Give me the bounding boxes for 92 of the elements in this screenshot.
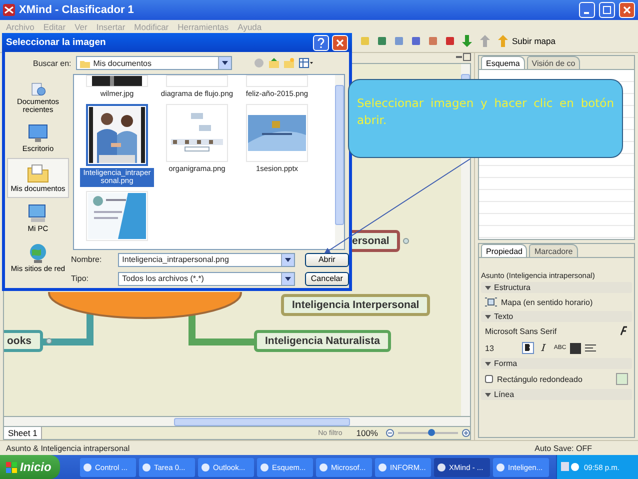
drill-up-button[interactable]: Subir mapa [498, 35, 556, 47]
topic-node[interactable]: Inteligencia Interpersonal [281, 294, 430, 316]
font-size[interactable]: 13 [485, 344, 494, 352]
font-icon [619, 326, 628, 336]
app-icon [319, 462, 328, 472]
start-button[interactable]: Inicio [0, 455, 60, 479]
view-menu-icon [299, 58, 314, 68]
section-header[interactable]: Línea [481, 389, 632, 400]
zoom-value: 100% [356, 428, 378, 438]
close-icon [336, 38, 344, 46]
file-name-field[interactable]: Inteligencia_intrapersonal.png [118, 252, 295, 266]
maximize-icon [463, 53, 471, 61]
panel-tab[interactable]: Propiedad [481, 244, 528, 257]
panel-tab[interactable]: Esquema [481, 56, 525, 69]
bold-icon [524, 344, 531, 350]
desktop-icon [26, 122, 50, 144]
zoom-in-icon [462, 429, 470, 437]
caret-icon [485, 284, 491, 290]
app-icon [496, 462, 505, 472]
italic-icon [541, 344, 546, 350]
app-icon [437, 462, 446, 472]
type-label: Tipo: [71, 274, 90, 283]
folder-icon [80, 58, 90, 68]
dialog-title: Seleccionar la imagen [6, 37, 107, 48]
central-topic[interactable] [48, 292, 242, 319]
name-label: Nombre: [71, 255, 103, 264]
windows-logo-icon [6, 462, 17, 472]
help-icon [317, 38, 325, 48]
arrow-up-icon [498, 35, 509, 47]
arrow-down-icon [462, 35, 473, 47]
slide-thumbnail[interactable] [246, 104, 308, 162]
shape-value[interactable]: Rectángulo redondeado [497, 374, 582, 384]
status-text: Asunto & Inteligencia intrapersonal [6, 444, 130, 452]
scrollbar[interactable] [335, 75, 344, 249]
app-icon [260, 462, 269, 472]
look-in-dropdown[interactable]: Mis documentos [76, 56, 232, 70]
up-folder-icon [269, 58, 280, 68]
expand-icon [403, 238, 410, 244]
image-preview-icon [92, 76, 142, 86]
autosave-status: Auto Save: OFF [534, 444, 592, 452]
topic-node[interactable]: Inteligencia Naturalista [254, 330, 391, 352]
xmind-logo-icon [3, 4, 15, 16]
close-icon [623, 6, 631, 14]
shape-checkbox[interactable] [485, 375, 493, 383]
minimize-icon [455, 53, 463, 61]
fill-swatch-icon [616, 373, 628, 385]
callout-tooltip: Seleccionar imagen y hacer clic en botón abrir. [348, 79, 623, 158]
document-preview-icon [88, 192, 146, 239]
maximize-button[interactable] [599, 2, 615, 18]
caret-icon [284, 276, 291, 280]
folder-icon [26, 162, 50, 184]
caret-icon [485, 392, 491, 398]
font-name[interactable]: Microsoft Sans Serif [485, 326, 557, 336]
close-button[interactable] [619, 2, 635, 18]
caret-icon [284, 258, 291, 262]
section-header[interactable]: Estructura [481, 282, 632, 293]
cancel-button[interactable]: Cancelar [304, 272, 349, 286]
slide-preview-icon [248, 114, 306, 151]
minimize-button[interactable] [579, 2, 595, 18]
back-icon [254, 58, 264, 68]
align-icon [585, 344, 596, 352]
zoom-out-icon [386, 429, 394, 437]
connector-line [188, 314, 254, 346]
file-type-dropdown[interactable]: Todos los archivos (*.*) [118, 272, 295, 286]
section-header[interactable]: Forma [481, 358, 632, 369]
structure-value[interactable]: Mapa (en sentido horario) [501, 298, 593, 306]
section-header[interactable]: Texto [481, 311, 632, 322]
caret-icon [485, 314, 491, 320]
sheet-tab[interactable]: Sheet 1 [4, 427, 42, 439]
help-button[interactable] [313, 34, 329, 50]
caret-icon [485, 360, 491, 366]
map-structure-icon [485, 297, 497, 307]
panel-tab[interactable]: Marcadore [529, 244, 578, 257]
app-icon [201, 462, 210, 472]
tray-icon [561, 462, 581, 472]
panel-tab[interactable]: Visión de co [526, 56, 580, 69]
look-in-label: Buscar en: [33, 58, 72, 68]
close-button[interactable] [332, 34, 348, 50]
window-title: XMind - Clasificador 1 [19, 4, 135, 16]
bold-button[interactable] [522, 342, 534, 354]
open-button[interactable]: Abrir [304, 252, 349, 266]
new-folder-icon [284, 58, 294, 68]
expand-icon [46, 338, 52, 344]
scrollbar[interactable] [3, 417, 471, 427]
app-icon [83, 462, 92, 472]
connector-line [40, 314, 94, 346]
color-swatch-icon [570, 342, 582, 354]
image-thumbnail[interactable] [86, 104, 148, 166]
arrow-up-icon [480, 35, 491, 47]
app-icon [142, 462, 151, 472]
app-icon [378, 462, 387, 472]
maximize-icon [603, 6, 611, 14]
